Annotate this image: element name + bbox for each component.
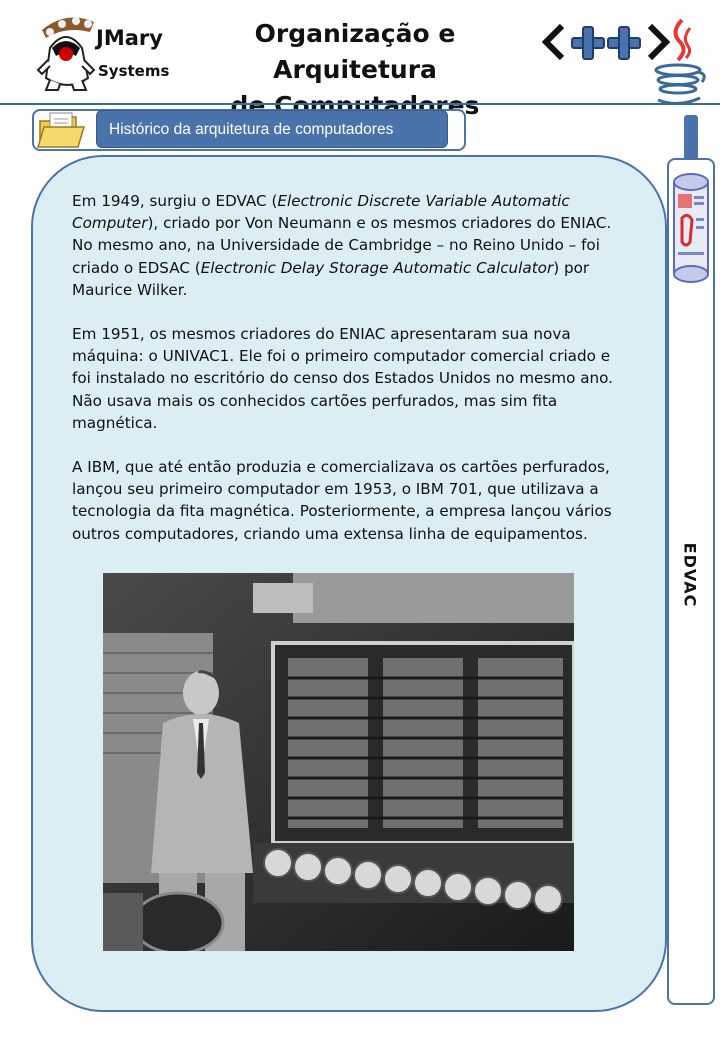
paragraph-edvac: Em 1949, surgiu o EDVAC (Electronic Disc… (72, 190, 622, 301)
header-divider (0, 103, 720, 105)
paragraph-ibm: A IBM, que até então produzia e comercia… (72, 458, 612, 543)
folder-icon (36, 112, 86, 148)
java-cup-icon (654, 18, 706, 105)
sidebar-label: EDVAC (680, 542, 700, 608)
newspaper-scroll-icon (673, 173, 709, 283)
p1-text-a: Em 1949, surgiu o EDVAC ( (72, 192, 278, 210)
section-title: Histórico da arquitetura de computadores (96, 110, 448, 148)
jmary-mascot-logo-icon (36, 17, 96, 91)
page-title: Organização e Arquitetura de Computadore… (170, 16, 540, 124)
brand-subtitle: Systems (98, 62, 170, 80)
article-body: Em 1949, surgiu o EDVAC (Electronic Disc… (72, 190, 622, 567)
paragraph-univac: Em 1951, os mesmos criadores do ENIAC ap… (72, 325, 613, 432)
von-neumann-computer-photo (103, 573, 574, 951)
brand-name: JMary (96, 26, 163, 50)
edsac-expansion: Electronic Delay Storage Automatic Calcu… (200, 258, 554, 277)
title-line-1: Organização e Arquitetura (254, 19, 456, 84)
